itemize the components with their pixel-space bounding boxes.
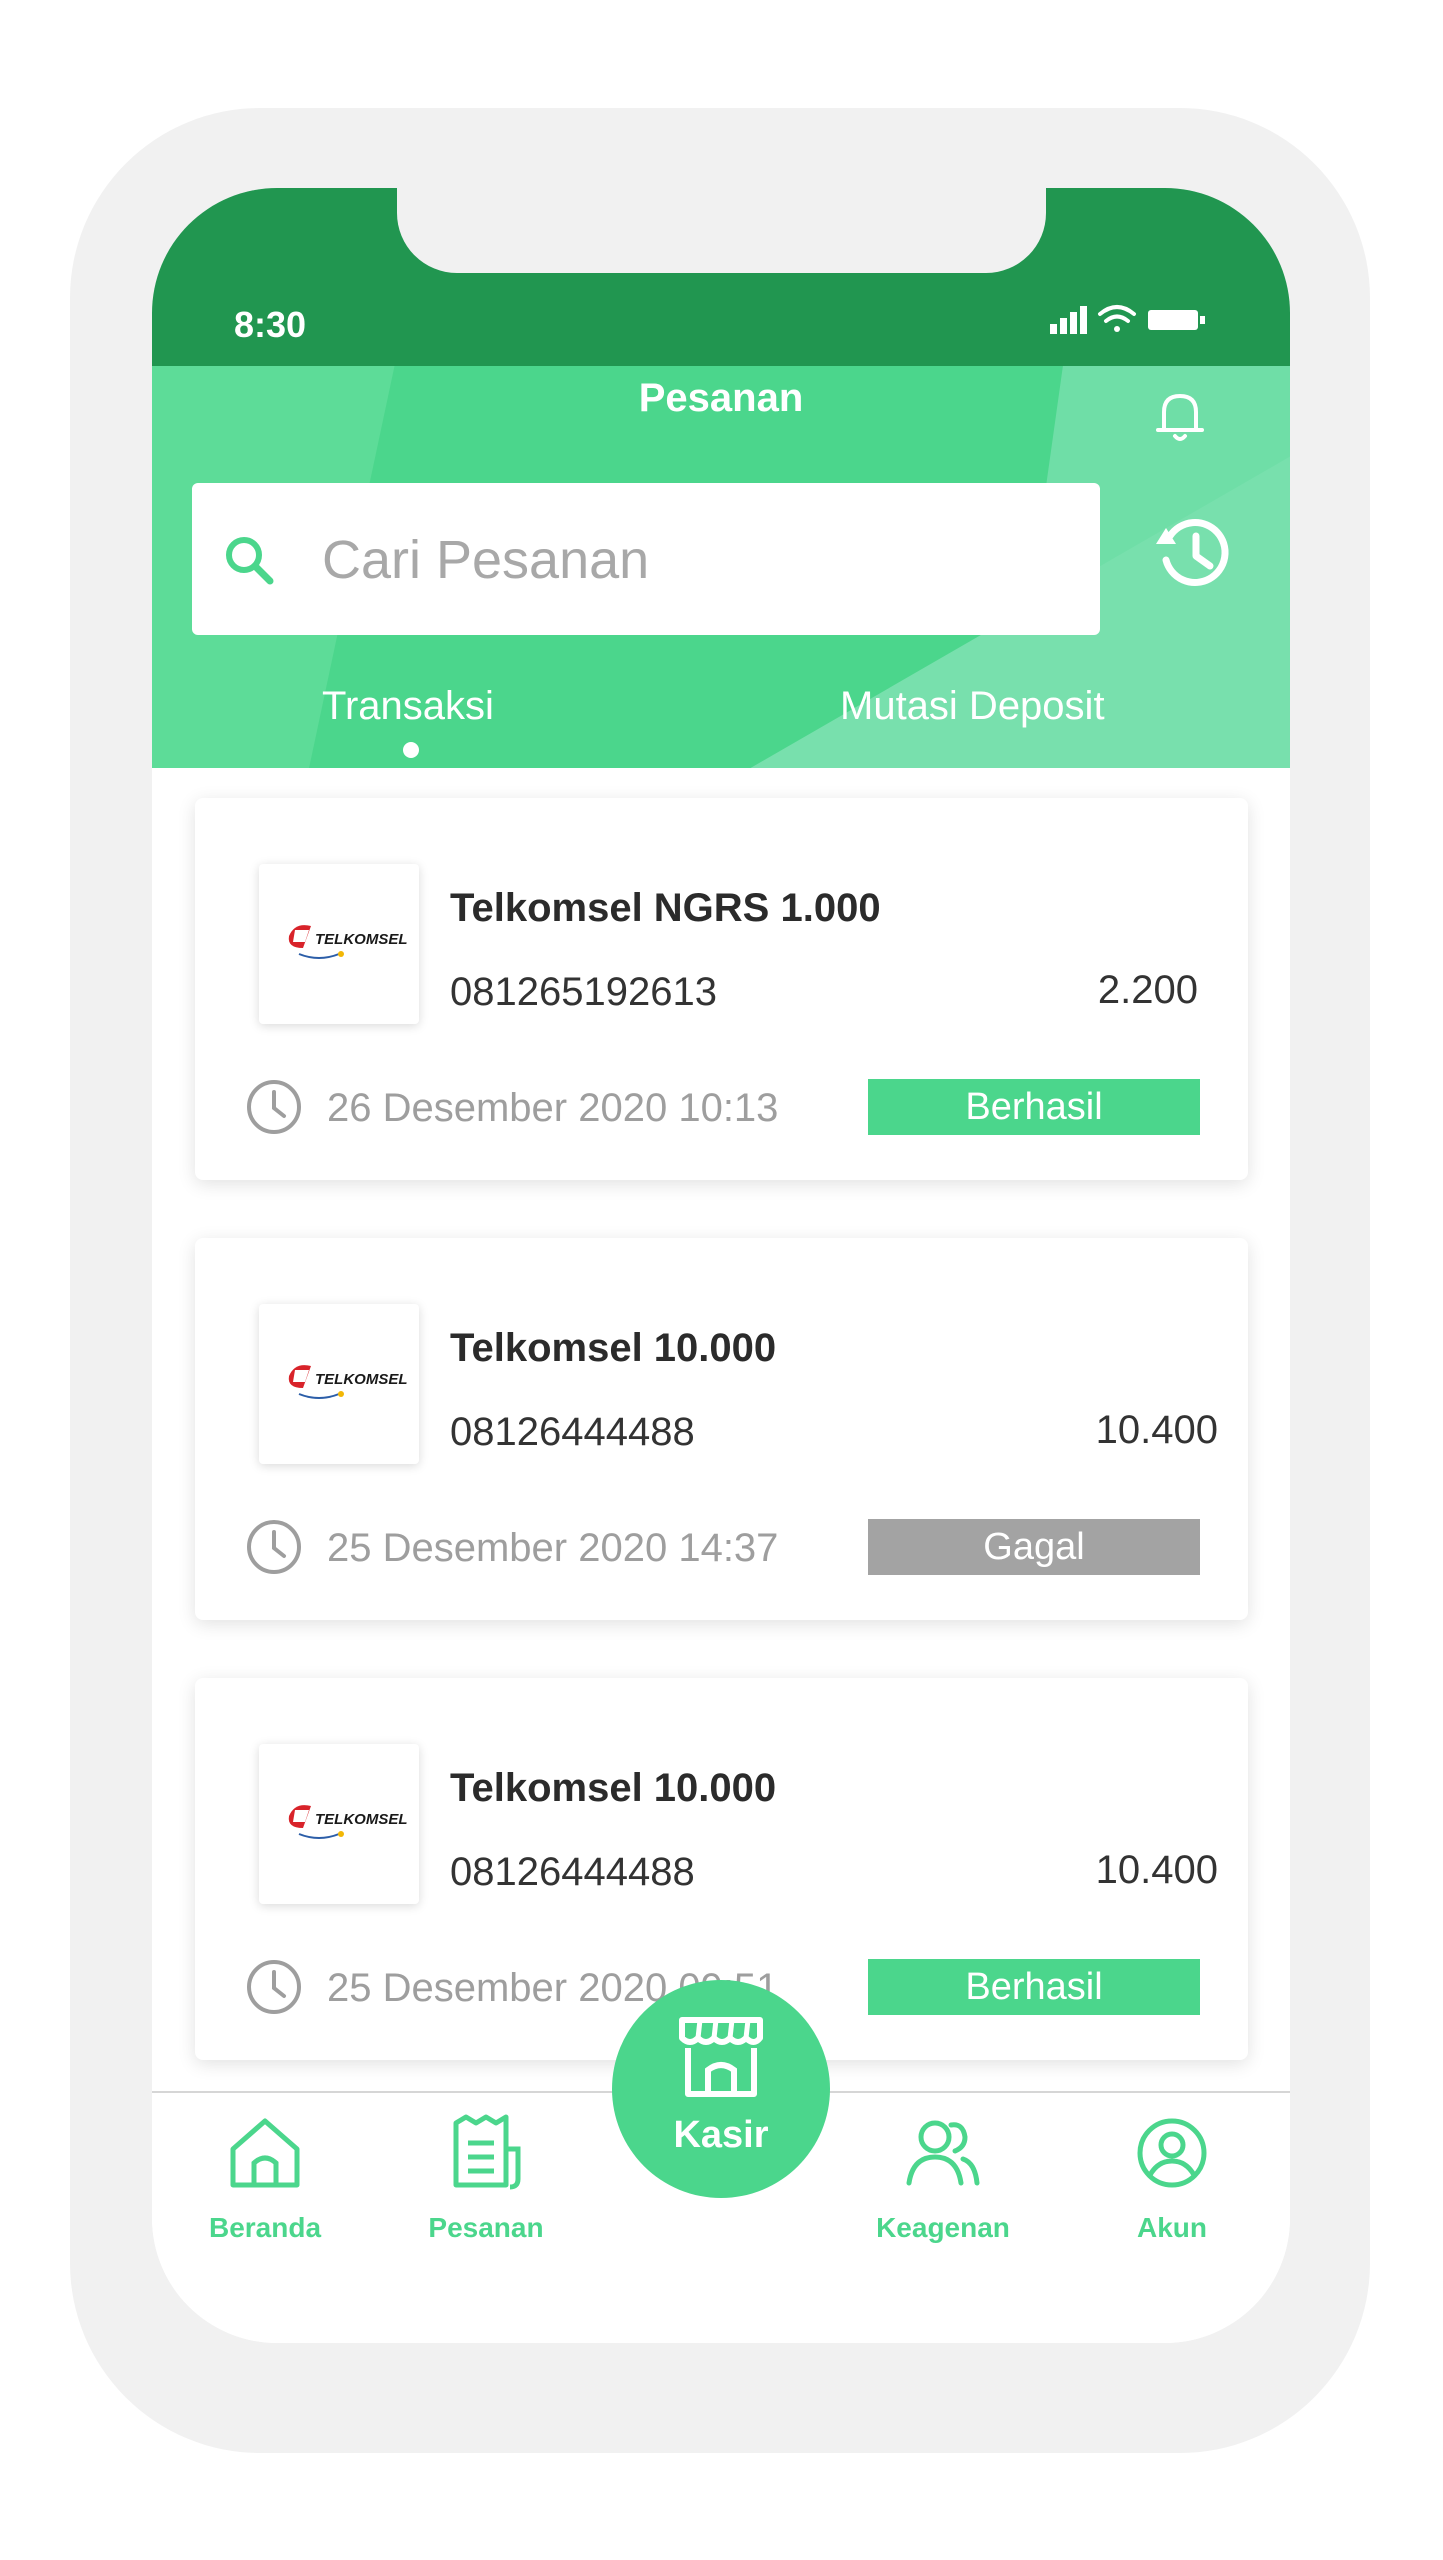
clock-icon bbox=[247, 1080, 301, 1134]
price: 10.400 bbox=[1095, 1408, 1218, 1452]
search-box[interactable] bbox=[192, 483, 1100, 635]
order-card[interactable]: TELKOMSEL Telkomsel 10.000 08126444488 1… bbox=[195, 1238, 1248, 1620]
active-tab-indicator bbox=[403, 742, 419, 758]
order-card[interactable]: TELKOMSEL Telkomsel NGRS 1.000 081265192… bbox=[195, 798, 1248, 1180]
nav-pesanan[interactable]: Pesanan bbox=[386, 2113, 586, 2244]
home-icon bbox=[230, 2118, 300, 2188]
app-screen: 8:30 Pesanan Cari Pesanan Transaksi Muta… bbox=[152, 188, 1290, 2343]
store-icon bbox=[679, 2017, 763, 2097]
product-name: Telkomsel 10.000 bbox=[450, 1326, 777, 1370]
phone-number: 08126444488 bbox=[450, 1850, 695, 1894]
svg-text:TELKOMSEL: TELKOMSEL bbox=[315, 931, 408, 948]
users-icon bbox=[906, 2120, 980, 2186]
nav-beranda[interactable]: Beranda bbox=[165, 2113, 365, 2244]
status-icons bbox=[1050, 305, 1205, 334]
battery-icon bbox=[1148, 310, 1205, 330]
signal-icon bbox=[1050, 306, 1087, 334]
search-icon bbox=[226, 537, 274, 585]
svg-text:TELKOMSEL: TELKOMSEL bbox=[315, 1371, 408, 1388]
order-datetime: 26 Desember 2020 10:13 bbox=[327, 1086, 779, 1130]
nav-label: Akun bbox=[1137, 2212, 1207, 2243]
receipt-icon bbox=[453, 2114, 521, 2190]
nav-label: Beranda bbox=[208, 2212, 322, 2243]
tab-transaksi[interactable]: Transaksi bbox=[322, 684, 494, 729]
order-datetime: 25 Desember 2020 14:37 bbox=[327, 1526, 779, 1570]
search-input[interactable] bbox=[320, 511, 1074, 609]
status-bar: 8:30 bbox=[152, 188, 1290, 366]
nav-akun[interactable]: Akun bbox=[1072, 2113, 1272, 2244]
operator-logo: TELKOMSEL bbox=[259, 864, 419, 1024]
account-icon bbox=[1137, 2118, 1207, 2188]
kasir-label: Kasir bbox=[673, 2114, 769, 2156]
page-title: Pesanan bbox=[638, 376, 804, 420]
nav-label: Pesanan bbox=[428, 2212, 544, 2243]
price: 10.400 bbox=[1095, 1848, 1218, 1892]
clock-icon bbox=[247, 1960, 301, 2014]
nav-keagenan[interactable]: Keagenan bbox=[843, 2113, 1043, 2244]
product-name: Telkomsel 10.000 bbox=[450, 1766, 777, 1810]
status-badge: Gagal bbox=[868, 1519, 1200, 1575]
nav-label: Keagenan bbox=[876, 2212, 1010, 2243]
status-time: 8:30 bbox=[234, 304, 307, 345]
svg-text:TELKOMSEL: TELKOMSEL bbox=[315, 1811, 408, 1828]
header: Pesanan Transaksi Mutasi Deposit bbox=[152, 366, 1290, 768]
kasir-button[interactable]: Kasir bbox=[612, 1980, 830, 2198]
telkomsel-logo: TELKOMSEL bbox=[288, 1805, 408, 1839]
operator-logo: TELKOMSEL bbox=[259, 1744, 419, 1904]
status-badge: Berhasil bbox=[868, 1959, 1200, 2015]
bell-icon[interactable] bbox=[1154, 388, 1206, 444]
tab-mutasi-deposit[interactable]: Mutasi Deposit bbox=[840, 684, 1105, 729]
status-badge: Berhasil bbox=[868, 1079, 1200, 1135]
phone-number: 08126444488 bbox=[450, 1410, 695, 1454]
wifi-icon bbox=[1098, 305, 1136, 332]
phone-number: 081265192613 bbox=[450, 970, 717, 1014]
product-name: Telkomsel NGRS 1.000 bbox=[450, 886, 881, 930]
price: 2.200 bbox=[1097, 968, 1198, 1012]
operator-logo: TELKOMSEL bbox=[259, 1304, 419, 1464]
clock-icon bbox=[247, 1520, 301, 1574]
telkomsel-logo: TELKOMSEL bbox=[288, 925, 408, 959]
history-icon[interactable] bbox=[1154, 514, 1232, 592]
phone-notch bbox=[397, 188, 1046, 273]
telkomsel-logo: TELKOMSEL bbox=[288, 1365, 408, 1399]
